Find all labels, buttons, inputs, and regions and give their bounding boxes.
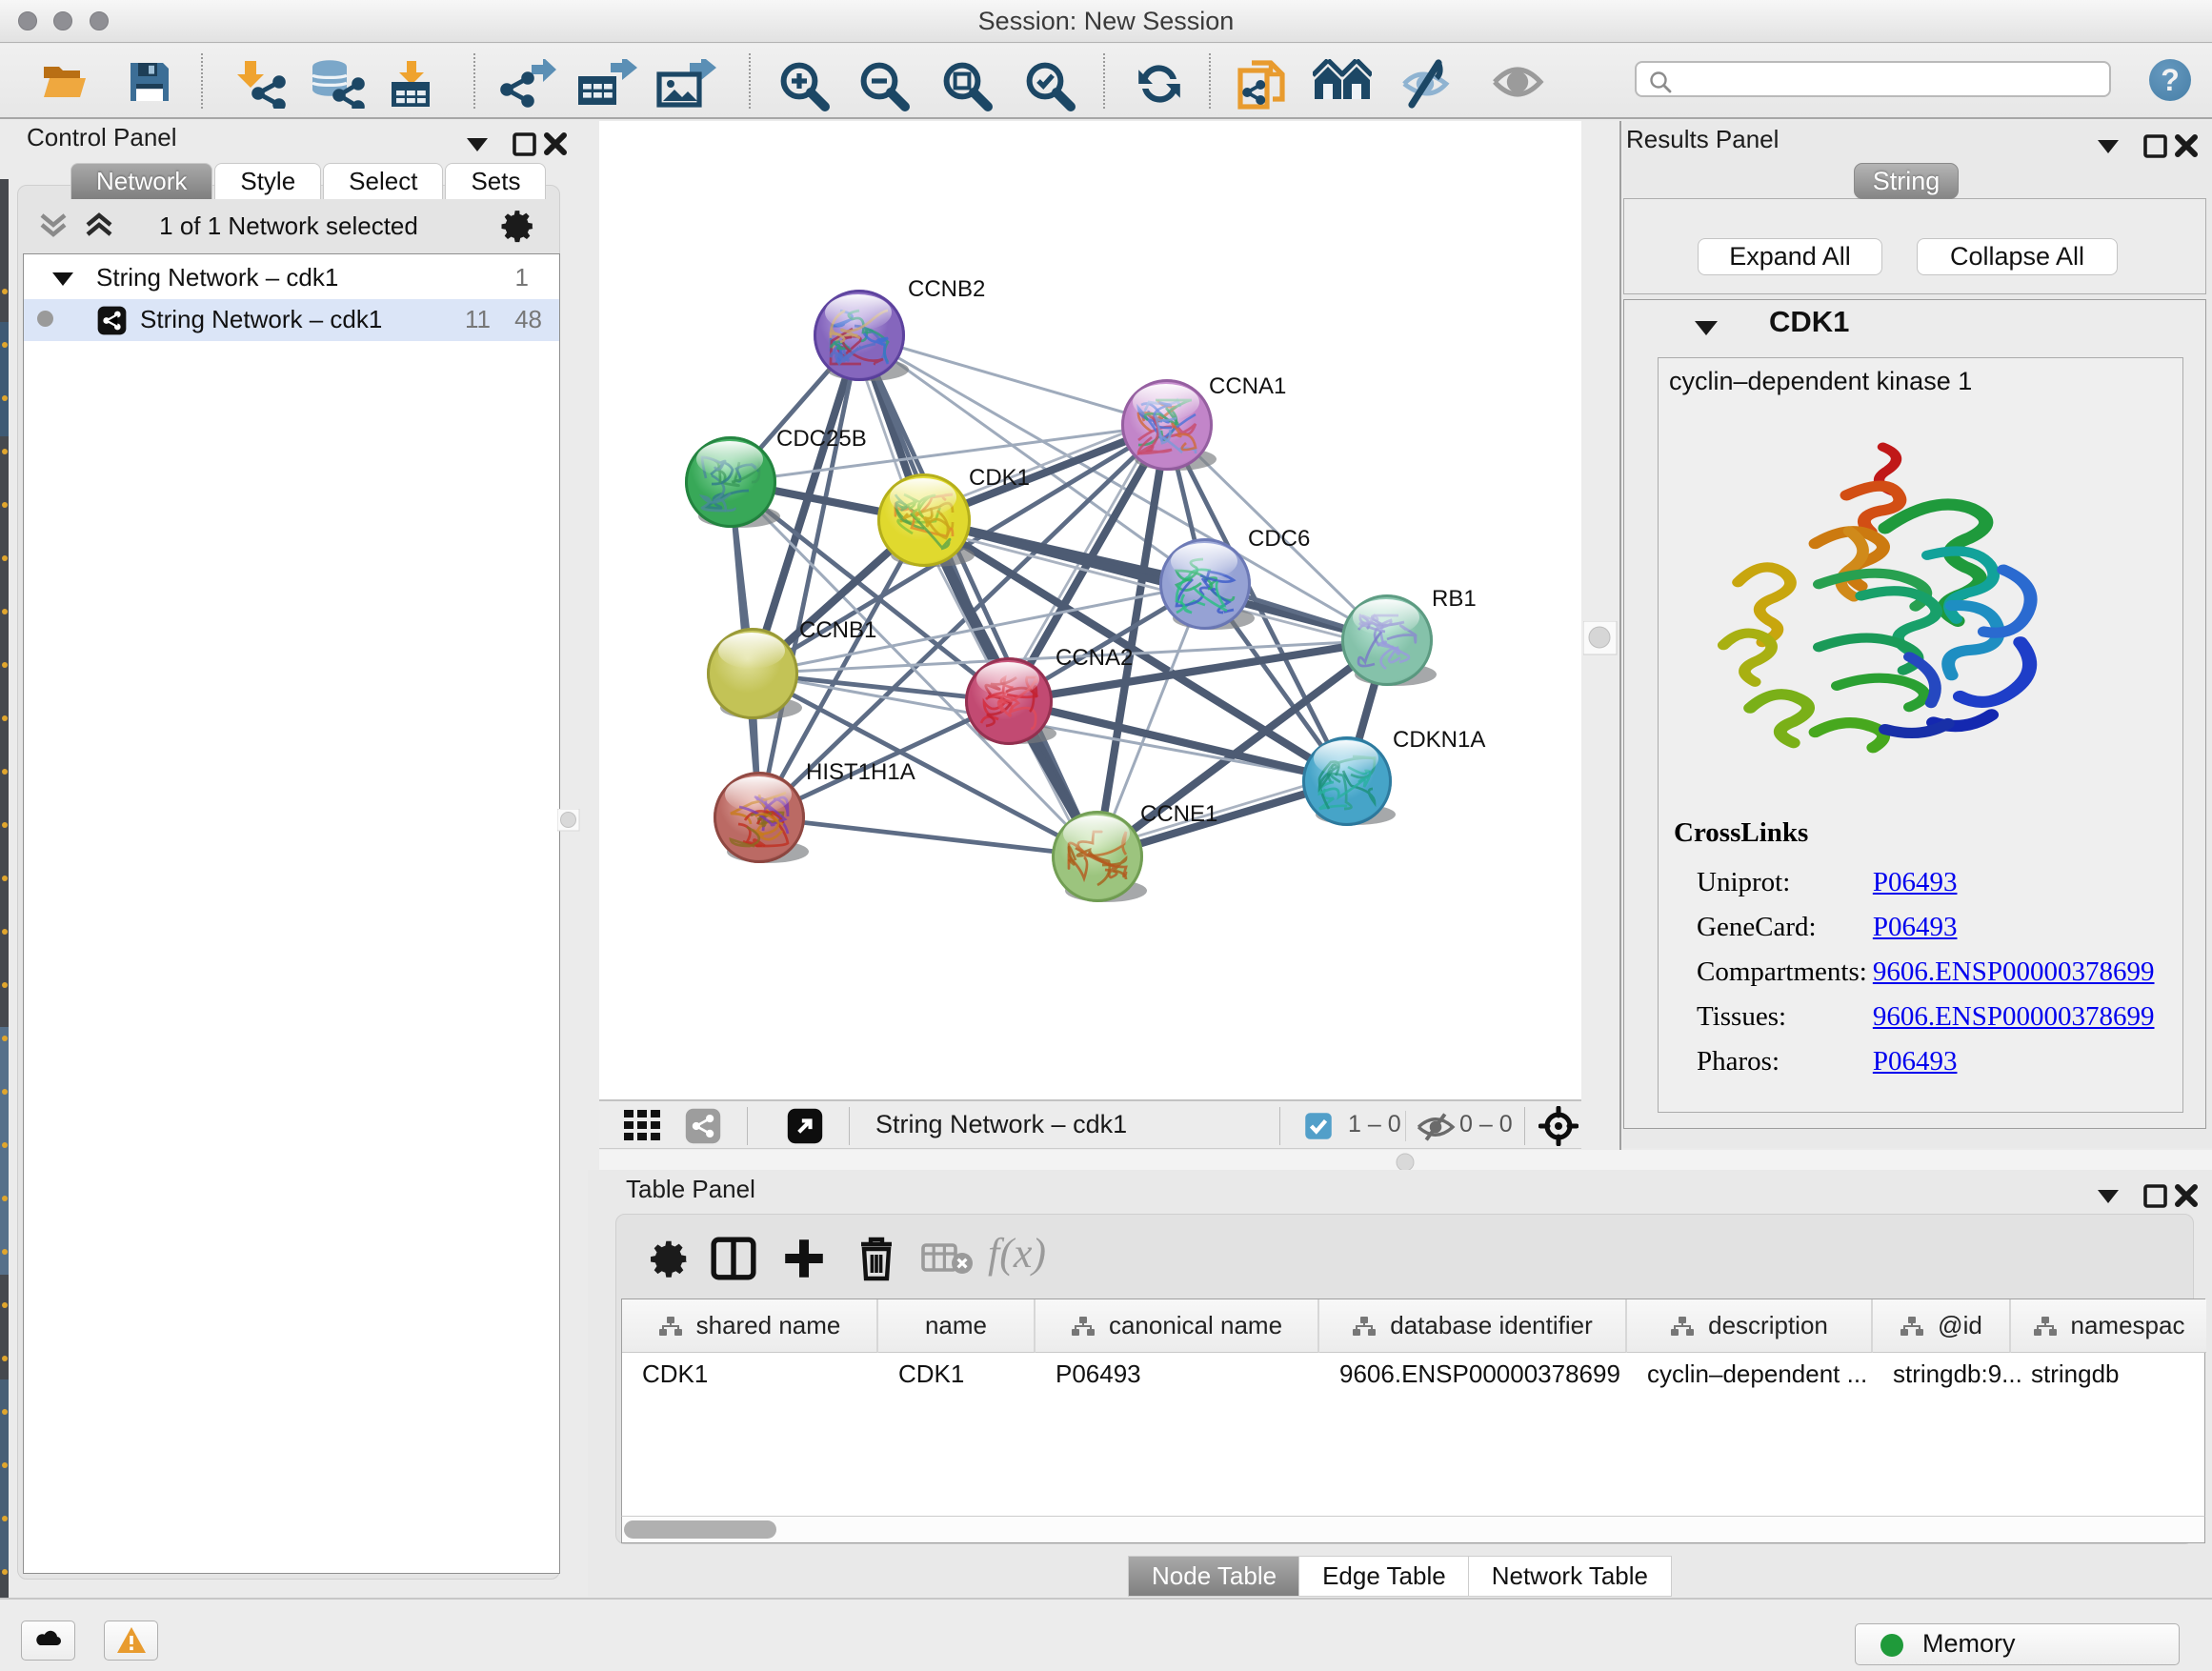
svg-text:HIST1H1A: HIST1H1A bbox=[806, 759, 915, 785]
svg-text:CCNB2: CCNB2 bbox=[908, 276, 985, 302]
svg-text:CDC6: CDC6 bbox=[1248, 526, 1310, 552]
svg-text:RB1: RB1 bbox=[1432, 586, 1477, 612]
svg-text:CCNB1: CCNB1 bbox=[799, 617, 876, 643]
svg-text:CDK1: CDK1 bbox=[969, 465, 1030, 491]
svg-text:CDKN1A: CDKN1A bbox=[1393, 727, 1485, 753]
svg-text:CCNA1: CCNA1 bbox=[1209, 373, 1286, 399]
svg-text:CCNE1: CCNE1 bbox=[1140, 801, 1217, 827]
svg-text:CCNA2: CCNA2 bbox=[1056, 645, 1133, 671]
svg-text:CDC25B: CDC25B bbox=[776, 426, 867, 452]
